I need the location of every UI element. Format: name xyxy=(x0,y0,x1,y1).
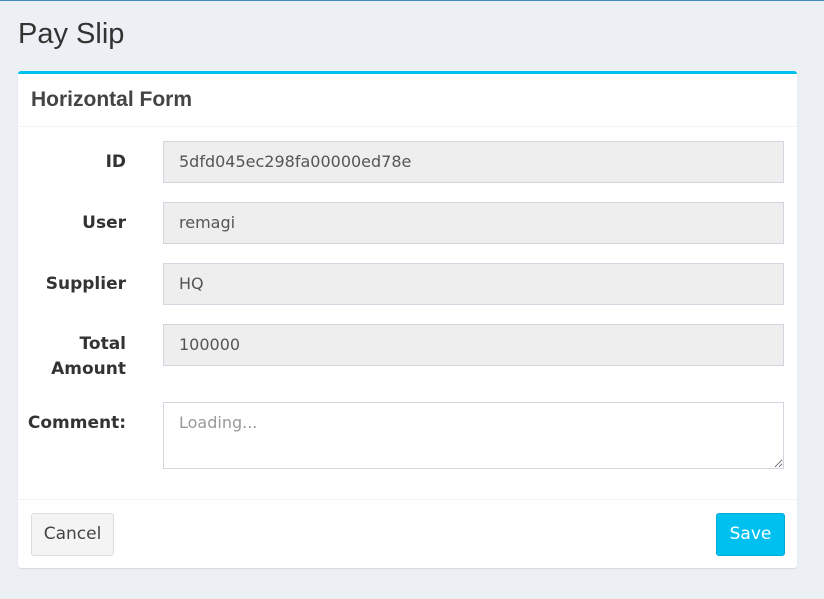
form-box: Horizontal Form ID 5dfd045ec298fa00000ed… xyxy=(18,71,797,568)
box-body: ID 5dfd045ec298fa00000ed78e User remagi … xyxy=(18,127,797,502)
user-label: User xyxy=(82,213,126,233)
total-amount-label: Total Amount xyxy=(6,332,126,382)
page-title: Pay Slip xyxy=(18,18,125,50)
id-label: ID xyxy=(105,152,126,172)
comment-label: Comment: xyxy=(27,413,126,433)
comment-textarea[interactable] xyxy=(163,402,784,469)
box-header: Horizontal Form xyxy=(18,74,797,127)
cancel-button[interactable]: Cancel xyxy=(31,513,114,556)
total-amount-label-line1: Total xyxy=(79,334,126,354)
supplier-label: Supplier xyxy=(45,274,126,294)
box-footer: Cancel Save xyxy=(18,499,797,568)
total-amount-label-line2: Amount xyxy=(51,359,126,379)
id-field[interactable]: 5dfd045ec298fa00000ed78e xyxy=(163,141,784,183)
supplier-field[interactable]: HQ xyxy=(163,263,784,305)
box-title: Horizontal Form xyxy=(31,88,192,111)
save-button[interactable]: Save xyxy=(716,513,785,556)
top-border xyxy=(0,0,824,1)
user-field[interactable]: remagi xyxy=(163,202,784,244)
total-amount-field[interactable]: 100000 xyxy=(163,324,784,366)
